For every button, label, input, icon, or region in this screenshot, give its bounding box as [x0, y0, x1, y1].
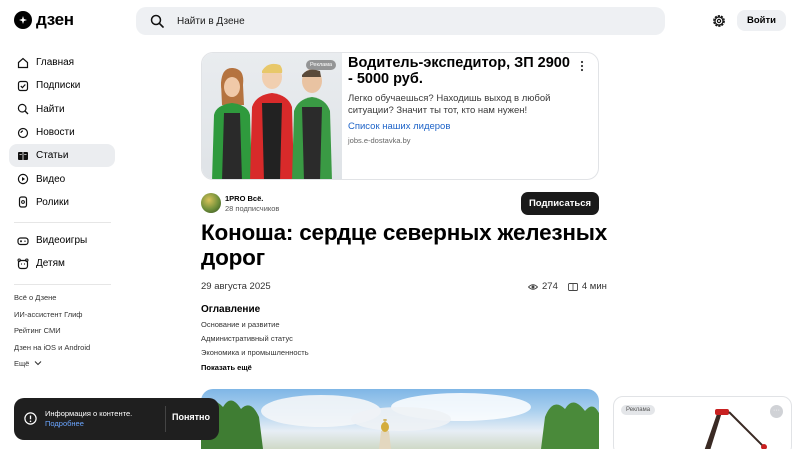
dzen-logo[interactable]: дзен	[14, 10, 74, 30]
ad-badge: Реклама	[306, 60, 337, 70]
sidebar-item-shorts[interactable]: Ролики	[9, 191, 115, 214]
read-time-icon	[567, 282, 578, 291]
home-icon	[17, 57, 29, 68]
sidebar-item-label: Детям	[36, 258, 65, 270]
login-button[interactable]: Войти	[737, 10, 786, 31]
ad-title[interactable]: Водитель-экспедитор, ЗП 2900 - 5000 руб.	[348, 55, 578, 87]
articles-icon	[18, 151, 28, 160]
toast-text: Информация о контенте.	[45, 409, 133, 418]
sidebar-item-videogames[interactable]: Видеоигры	[9, 229, 115, 252]
sidebar-item-label: Видео	[36, 173, 66, 185]
eye-icon	[528, 283, 538, 290]
ad-domain[interactable]: jobs.e-dostavka.by	[348, 136, 411, 145]
video-icon	[17, 173, 29, 185]
views-count: 274	[542, 281, 558, 292]
table-of-contents: Основание и развитие Административный ст…	[201, 320, 309, 362]
article-image-scene	[201, 393, 599, 449]
read-time: 4 мин	[581, 281, 607, 292]
article-title: Коноша: сердце северных железных дорог	[201, 220, 608, 270]
toc-title: Оглавление	[201, 304, 261, 315]
footer-link-media-rating[interactable]: Рейтинг СМИ	[14, 326, 90, 343]
content-info-toast: Информация о контенте. Подробнее Понятно	[14, 398, 219, 440]
sidebar-item-label: Видеоигры	[36, 235, 88, 247]
subscriptions-icon	[17, 80, 29, 92]
ad-description: Легко обучаешься? Находишь выход в любой…	[348, 93, 551, 116]
footer-link-ai-assistant[interactable]: ИИ-ассистент Глиф	[14, 310, 90, 327]
sidebar-item-label: Новости	[36, 127, 75, 139]
footer-more-label: Ещё	[14, 359, 30, 368]
search-icon	[150, 14, 164, 28]
toc-item[interactable]: Административный статус	[201, 334, 309, 348]
sidebar-item-kids[interactable]: Детям	[9, 252, 115, 275]
sidebar-item-video[interactable]: Видео	[9, 167, 115, 190]
sidebar-item-label: Найти	[36, 103, 65, 115]
info-icon	[24, 412, 37, 425]
search-bar[interactable]: Найти в Дзене	[136, 7, 665, 35]
sidebar-divider	[14, 222, 111, 223]
sidebar-item-subscriptions[interactable]: Подписки	[9, 74, 115, 97]
sidebar-item-articles[interactable]: Статьи	[9, 144, 115, 168]
sidebar-nav-extra: Видеоигры Детям	[9, 229, 115, 276]
right-ad-card[interactable]: Реклама ···	[613, 396, 792, 449]
kids-icon	[17, 258, 29, 270]
article-date: 29 августа 2025	[201, 281, 271, 292]
sidebar-item-home[interactable]: Главная	[9, 51, 115, 74]
toc-item[interactable]: Основание и развитие	[201, 320, 309, 334]
author-avatar[interactable]	[201, 193, 221, 213]
chevron-down-icon	[35, 361, 42, 366]
news-icon	[17, 127, 29, 138]
sidebar-item-search[interactable]: Найти	[9, 98, 115, 121]
sidebar-item-label: Ролики	[36, 196, 69, 208]
sidebar-item-news[interactable]: Новости	[9, 121, 115, 144]
toast-more-link[interactable]: Подробнее	[45, 419, 84, 428]
footer-link-about[interactable]: Всё о Дзене	[14, 293, 90, 310]
author-subscribers: 28 подписчиков	[225, 204, 280, 213]
article-image	[201, 389, 599, 449]
more-options-icon[interactable]	[578, 59, 586, 73]
ad-card[interactable]: Реклама Водитель-экспедитор, ЗП 2900 - 5…	[201, 52, 599, 180]
article-stats: 274 4 мин	[528, 281, 607, 292]
shorts-icon	[18, 196, 28, 209]
sidebar-item-label: Главная	[36, 57, 75, 69]
sidebar-item-label: Статьи	[36, 150, 69, 162]
logo-text: дзен	[36, 10, 74, 29]
search-icon	[17, 104, 29, 115]
sidebar-item-label: Подписки	[36, 80, 81, 92]
gamepad-icon	[17, 237, 29, 245]
settings-gear-icon[interactable]	[711, 13, 727, 29]
toast-divider	[165, 406, 166, 432]
toc-item[interactable]: Экономика и промышленность	[201, 348, 309, 362]
sidebar-footer-links: Всё о Дзене ИИ-ассистент Глиф Рейтинг СМ…	[14, 293, 90, 376]
sidebar-nav: Главная Подписки Найти Новости Статьи Ви…	[9, 51, 115, 214]
right-ad-image	[704, 409, 767, 449]
toast-ok-button[interactable]: Понятно	[172, 412, 210, 422]
subscribe-button[interactable]: Подписаться	[521, 192, 599, 215]
sidebar-divider	[14, 284, 111, 285]
ad-cta-link[interactable]: Список наших лидеров	[348, 121, 450, 132]
toc-show-more-button[interactable]: Показать ещё	[201, 363, 252, 372]
ad-image[interactable]: Реклама	[202, 53, 342, 179]
search-input[interactable]: Найти в Дзене	[177, 16, 245, 27]
ad-photo-people	[212, 63, 332, 179]
dzen-logo-icon	[14, 11, 32, 29]
footer-link-apps[interactable]: Дзен на iOS и Android	[14, 343, 90, 360]
footer-link-more[interactable]: Ещё	[14, 359, 90, 376]
author-name[interactable]: 1PRO Всё.	[225, 194, 263, 203]
